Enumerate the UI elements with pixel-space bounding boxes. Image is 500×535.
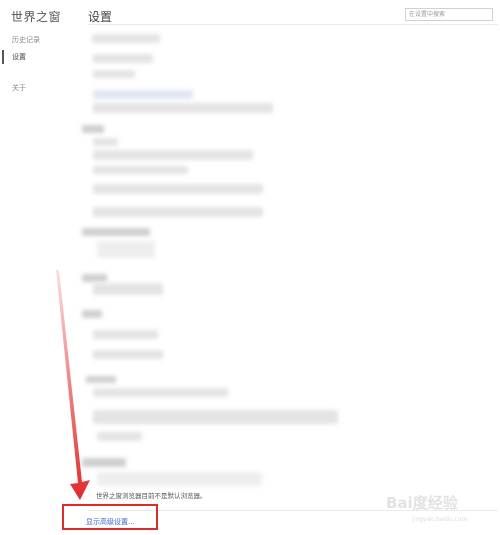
blurred-block xyxy=(82,228,150,236)
blurred-block xyxy=(93,388,228,397)
blurred-block xyxy=(93,90,193,99)
blurred-block xyxy=(93,70,135,78)
blurred-block xyxy=(93,184,263,194)
sidebar-active-indicator xyxy=(2,50,4,64)
blurred-block xyxy=(97,241,155,258)
header-divider xyxy=(88,24,498,25)
blurred-block xyxy=(82,310,102,318)
watermark-logo: Bai度经验 xyxy=(386,494,458,512)
settings-search-input[interactable] xyxy=(405,8,493,21)
blurred-block xyxy=(93,283,163,295)
blurred-block xyxy=(93,166,188,174)
blurred-block xyxy=(93,410,338,424)
blurred-block xyxy=(97,432,142,441)
baidu-jingyan-watermark: Bai度经验 jingyan.baidu.com xyxy=(386,492,492,532)
blurred-block xyxy=(82,125,104,133)
default-browser-note: 世界之窗浏览器目前不是默认浏览器。 xyxy=(96,492,207,500)
blurred-block xyxy=(93,350,163,359)
blurred-block xyxy=(93,330,158,339)
blurred-block xyxy=(86,376,116,383)
sidebar-item-history[interactable]: 历史记录 xyxy=(12,35,40,45)
annotation-highlight-box xyxy=(62,504,158,530)
blurred-block xyxy=(93,54,153,63)
blurred-block xyxy=(92,34,160,43)
blurred-block xyxy=(93,207,263,217)
settings-page: 世界之窗 历史记录 设置 关于 设置 世界之窗浏览器 xyxy=(0,0,500,535)
blurred-block xyxy=(93,150,253,160)
page-title: 设置 xyxy=(88,10,113,24)
blurred-block xyxy=(82,274,107,282)
blurred-block xyxy=(97,472,262,486)
blurred-block xyxy=(93,103,273,113)
blurred-block xyxy=(82,458,126,467)
sidebar-item-settings[interactable]: 设置 xyxy=(12,52,26,62)
watermark-url: jingyan.baidu.com xyxy=(412,516,468,523)
blurred-block xyxy=(93,138,118,146)
sidebar-item-about[interactable]: 关于 xyxy=(12,83,26,93)
sidebar: 世界之窗 历史记录 设置 关于 xyxy=(0,0,78,535)
app-title: 世界之窗 xyxy=(11,10,62,24)
